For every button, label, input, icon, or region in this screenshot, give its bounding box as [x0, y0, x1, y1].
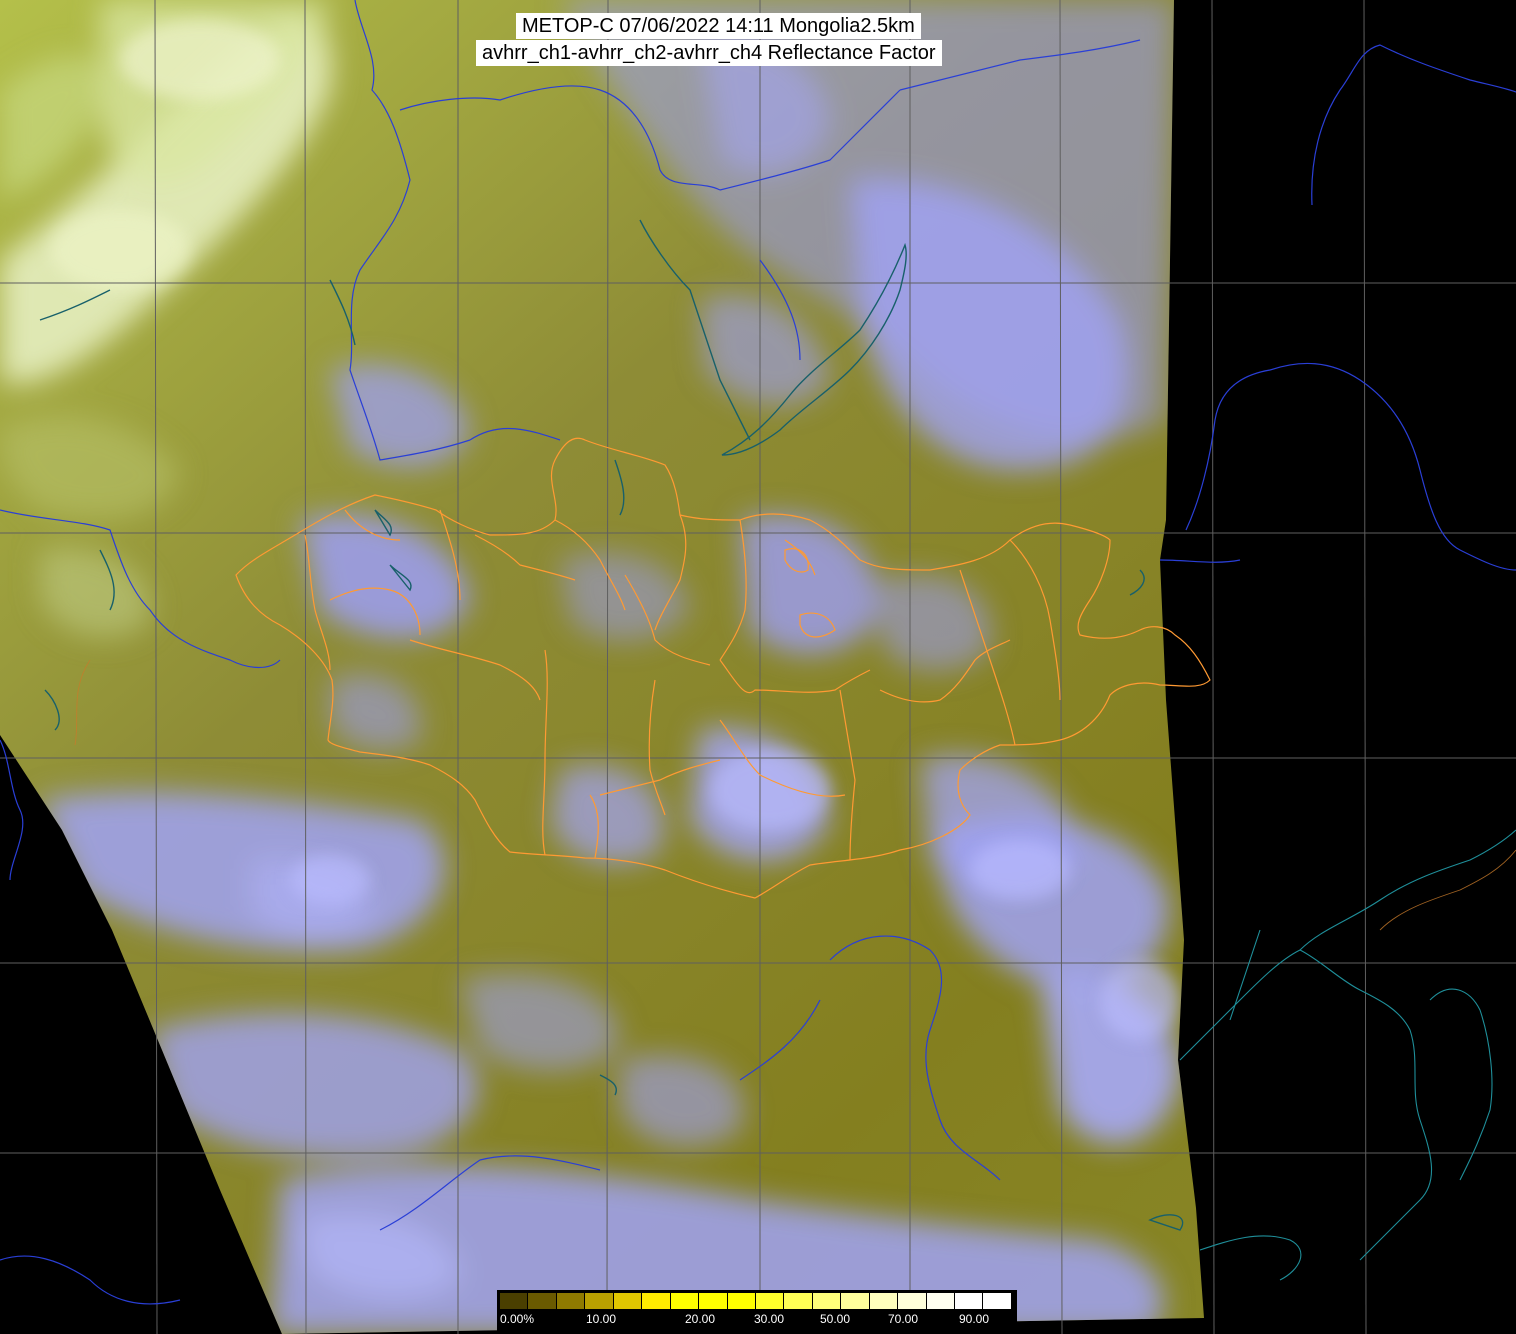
- colorbar-label-5: 70.00: [888, 1312, 919, 1326]
- colorbar-segment: [556, 1293, 586, 1309]
- map-title-line-1: METOP-C 07/06/2022 14:11 Mongolia2.5km: [516, 13, 921, 39]
- colorbar-segment: [727, 1293, 756, 1309]
- colorbar-label-1: 10.00: [586, 1312, 617, 1326]
- colorbar: 0.00% 10.00 20.00 30.00 50.00 70.00 90.0…: [497, 1290, 1017, 1334]
- colorbar-segment: [955, 1293, 984, 1309]
- colorbar-segment: [528, 1293, 557, 1309]
- colorbar-segment: [699, 1293, 728, 1309]
- colorbar-label-4: 50.00: [820, 1312, 851, 1326]
- colorbar-label-0: 0.00%: [500, 1312, 535, 1326]
- colorbar-label-6: 90.00: [959, 1312, 990, 1326]
- colorbar-segment: [784, 1293, 813, 1309]
- colorbar-segment: [983, 1293, 1012, 1309]
- colorbar-segment: [841, 1293, 870, 1309]
- colorbar-segment: [670, 1293, 700, 1309]
- colorbar-segment: [812, 1293, 842, 1309]
- colorbar-strip: [500, 1293, 1012, 1309]
- colorbar-segment: [642, 1293, 671, 1309]
- satellite-map: [0, 0, 1516, 1334]
- colorbar-segment: [755, 1293, 785, 1309]
- colorbar-segment: [500, 1293, 529, 1309]
- colorbar-segment: [613, 1293, 643, 1309]
- colorbar-segment: [869, 1293, 899, 1309]
- colorbar-segment: [898, 1293, 927, 1309]
- map-title-line-2: avhrr_ch1-avhrr_ch2-avhrr_ch4 Reflectanc…: [476, 40, 942, 66]
- colorbar-label-3: 30.00: [754, 1312, 785, 1326]
- colorbar-segment: [585, 1293, 614, 1309]
- colorbar-segment: [926, 1293, 955, 1309]
- colorbar-label-2: 20.00: [685, 1312, 716, 1326]
